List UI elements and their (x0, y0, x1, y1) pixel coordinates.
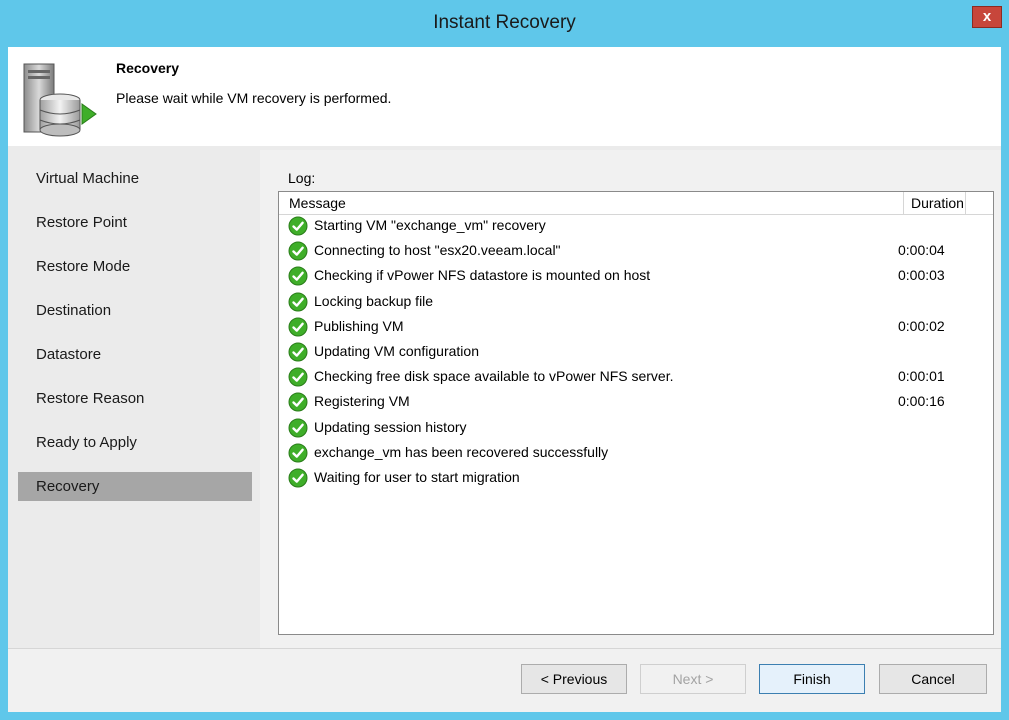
next-button[interactable]: Next > (640, 664, 746, 694)
log-message: Starting VM "exchange_vm" recovery (314, 217, 546, 233)
log-message: Connecting to host "esx20.veeam.local" (314, 242, 561, 259)
log-rows: Starting VM "exchange_vm" recovery Connec… (279, 214, 993, 491)
column-header-duration[interactable]: Duration (911, 195, 964, 211)
log-list[interactable]: Message Duration Starting VM "exchange_v… (278, 191, 994, 635)
nav-item-restore-mode[interactable]: Restore Mode (18, 252, 252, 281)
column-divider[interactable] (903, 192, 904, 214)
log-row[interactable]: Waiting for user to start migration (279, 466, 993, 491)
check-circle-icon (288, 292, 308, 312)
nav-item-ready-to-apply[interactable]: Ready to Apply (18, 428, 252, 457)
title-bar: Instant Recovery x (0, 0, 1009, 48)
wizard-body: Virtual Machine Restore Point Restore Mo… (8, 146, 1001, 648)
log-duration: 0:00:03 (898, 267, 945, 284)
log-row[interactable]: Starting VM "exchange_vm" recovery (279, 214, 993, 239)
wizard-footer: < Previous Next > Finish Cancel (8, 648, 1001, 712)
nav-item-restore-point[interactable]: Restore Point (18, 208, 252, 237)
log-duration: 0:00:02 (898, 317, 945, 334)
log-row[interactable]: exchange_vm has been recovered successfu… (279, 441, 993, 466)
log-row[interactable]: Checking if vPower NFS datastore is moun… (279, 264, 993, 289)
log-duration: 0:00:04 (898, 242, 945, 259)
log-message: Waiting for user to start migration (314, 468, 520, 485)
finish-button[interactable]: Finish (759, 664, 865, 694)
log-duration: 0:00:01 (898, 368, 945, 385)
wizard-header: Recovery Please wait while VM recovery i… (8, 47, 1001, 146)
check-circle-icon (288, 468, 308, 488)
check-circle-icon (288, 216, 308, 236)
column-divider[interactable] (965, 192, 966, 214)
log-message: Locking backup file (314, 292, 434, 309)
check-circle-icon (288, 418, 308, 437)
log-row[interactable]: Registering VM 0:00:16 (279, 390, 993, 415)
check-circle-icon (288, 241, 308, 261)
log-row[interactable]: Updating session history (279, 416, 993, 441)
check-circle-icon (288, 266, 308, 286)
log-message: Updating session history (314, 418, 467, 435)
server-database-play-icon (23, 63, 97, 137)
nav-item-datastore[interactable]: Datastore (18, 340, 252, 369)
check-circle-icon (288, 367, 308, 387)
log-row[interactable]: Connecting to host "esx20.veeam.local" 0:… (279, 239, 993, 264)
step-title: Recovery (116, 60, 180, 76)
log-message: Checking if vPower NFS datastore is moun… (314, 267, 651, 284)
cancel-button[interactable]: Cancel (879, 664, 987, 694)
log-row[interactable]: Updating VM configuration (279, 340, 993, 365)
nav-item-restore-reason[interactable]: Restore Reason (18, 384, 252, 413)
close-button[interactable]: x (972, 6, 1002, 28)
step-description: Please wait while VM recovery is perform… (116, 90, 392, 106)
log-message: Checking free disk space available to vP… (314, 368, 674, 385)
log-row[interactable]: Publishing VM 0:00:02 (279, 315, 993, 340)
column-header-message[interactable]: Message (289, 195, 346, 211)
log-label: Log: (288, 170, 316, 186)
wizard-steps-nav: Virtual Machine Restore Point Restore Mo… (8, 146, 260, 648)
nav-item-destination[interactable]: Destination (18, 296, 252, 325)
previous-button[interactable]: < Previous (521, 664, 627, 694)
recovery-panel: Log: Message Duration Starting VM "excha… (260, 150, 1001, 648)
instant-recovery-window: Instant Recovery x Recovery Please wait … (0, 0, 1009, 720)
check-circle-icon (288, 342, 308, 362)
log-message: Registering VM (314, 393, 410, 410)
log-row[interactable]: Locking backup file (279, 290, 993, 315)
window-title: Instant Recovery (433, 12, 576, 33)
log-duration: 0:00:16 (898, 393, 945, 410)
nav-item-recovery[interactable]: Recovery (18, 472, 252, 501)
log-message: exchange_vm has been recovered successfu… (314, 443, 609, 460)
log-message: Updating VM configuration (314, 342, 479, 359)
check-circle-icon (288, 392, 308, 412)
log-header: Message Duration (279, 192, 993, 215)
check-circle-icon (288, 317, 308, 337)
log-row[interactable]: Checking free disk space available to vP… (279, 365, 993, 390)
check-circle-icon (288, 443, 308, 463)
nav-item-virtual-machine[interactable]: Virtual Machine (18, 164, 252, 193)
log-message: Publishing VM (314, 317, 404, 334)
